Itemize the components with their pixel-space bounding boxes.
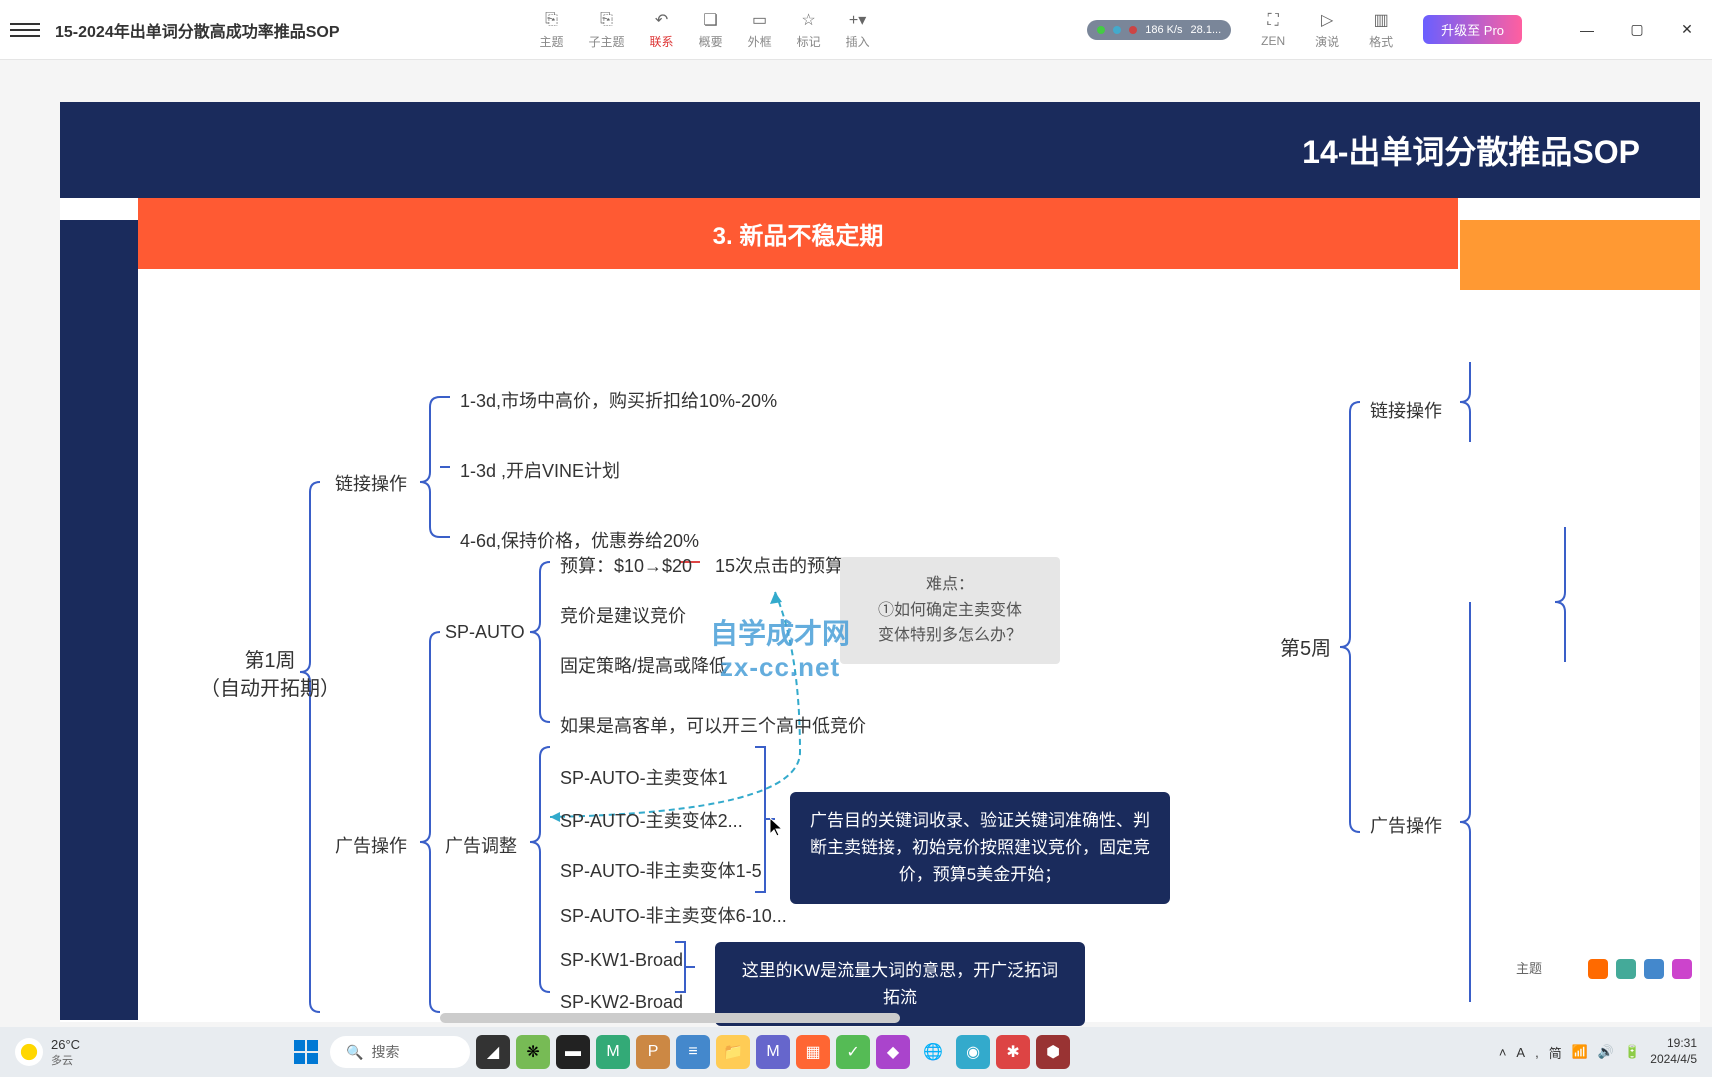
watermark: 自学成才网 zx-cc.net (710, 612, 850, 683)
ad-ops-right-node[interactable]: 广告操作 (1370, 812, 1442, 838)
ime-punct[interactable]: , (1535, 1045, 1539, 1060)
taskbar-app-14[interactable]: ✱ (996, 1035, 1030, 1069)
summary-icon: ❏ (701, 10, 721, 30)
minimize-button[interactable]: — (1572, 15, 1602, 45)
slide: 14-出单词分散推品SOP 3. 新品不稳定期 (60, 102, 1700, 1022)
taskbar-app-3[interactable]: ▬ (556, 1035, 590, 1069)
marker-button[interactable]: ☆标记 (797, 10, 821, 50)
volume-icon[interactable]: 🔊 (1598, 1044, 1614, 1060)
week5-node[interactable]: 第5周 (1280, 632, 1331, 661)
bid-node[interactable]: 竞价是建议竞价 (560, 602, 686, 628)
upgrade-button[interactable]: 升级至 Pro (1423, 15, 1522, 44)
taskbar-app-6[interactable]: ≡ (676, 1035, 710, 1069)
budget-node[interactable]: 预算：$10→$20 (560, 552, 692, 578)
close-button[interactable]: ✕ (1672, 15, 1702, 45)
taskbar-app-9[interactable]: ▦ (796, 1035, 830, 1069)
side-banner-right (1460, 220, 1700, 290)
ime-letter[interactable]: A (1516, 1045, 1525, 1060)
insert-button[interactable]: +▾插入 (846, 10, 870, 50)
taskbar-search[interactable]: 🔍搜索 (330, 1036, 470, 1068)
document-title: 15-2024年出单词分散高成功率推品SOP (55, 18, 340, 42)
windows-taskbar: 26°C 多云 🔍搜索 ◢ ❋ ▬ M P ≡ 📁 M ▦ ✓ ◆ 🌐 ◉ ✱ … (0, 1027, 1712, 1077)
budget-note-node[interactable]: 15次点击的预算 (715, 552, 843, 578)
boundary-button[interactable]: ▭外框 (748, 10, 772, 50)
play-icon: ▷ (1317, 10, 1337, 30)
weather-widget[interactable]: 26°C 多云 (15, 1037, 80, 1068)
maximize-button[interactable]: ▢ (1622, 15, 1652, 45)
taskbar-app-10[interactable]: ✓ (836, 1035, 870, 1069)
side-banner-left (60, 220, 138, 1020)
summary-button[interactable]: ❏概要 (699, 10, 723, 50)
tray-icon-3[interactable] (1672, 959, 1692, 979)
taskbar-app-11[interactable]: ◆ (876, 1035, 910, 1069)
expand-icon: ⛶ (1263, 11, 1283, 31)
slide-title: 14-出单词分散推品SOP (60, 102, 1700, 198)
taskbar-app-4[interactable]: M (596, 1035, 630, 1069)
horizontal-scrollbar[interactable] (440, 1013, 900, 1023)
relation-icon: ↶ (652, 10, 672, 30)
link-ops-item-2[interactable]: 1-3d ,开启VINE计划 (460, 457, 620, 483)
kw-2[interactable]: SP-KW2-Broad (560, 992, 683, 1013)
ad-adjust-node[interactable]: 广告调整 (445, 832, 517, 858)
weather-icon (15, 1038, 43, 1066)
section-banner: 3. 新品不稳定期 (138, 198, 1458, 269)
titlebar: 15-2024年出单词分散高成功率推品SOP ⎘主题 ⎘子主题 ↶联系 ❏概要 … (0, 0, 1712, 60)
ime-mode[interactable]: 简 (1549, 1043, 1562, 1062)
mindmap-canvas[interactable]: 14-出单词分散推品SOP 3. 新品不稳定期 (0, 60, 1712, 1027)
taskbar-app-13[interactable]: ◉ (956, 1035, 990, 1069)
system-stats: 186 K/s28.1... (1087, 20, 1231, 40)
search-icon: 🔍 (346, 1044, 363, 1061)
subtheme-icon: ⎘ (597, 10, 617, 30)
file-explorer-icon[interactable]: 📁 (716, 1035, 750, 1069)
variant-2[interactable]: SP-AUTO-主卖变体2... (560, 807, 743, 833)
callout-ad-purpose[interactable]: 广告目的关键词收录、验证关键词准确性、判断主卖链接，初始竞价按照建议竞价，固定竞… (790, 792, 1170, 904)
start-button[interactable] (288, 1034, 324, 1070)
variant-4[interactable]: SP-AUTO-非主卖变体6-10... (560, 902, 787, 928)
editor-tray (1588, 959, 1692, 979)
chrome-icon[interactable]: 🌐 (916, 1035, 950, 1069)
tray-icon-1[interactable] (1616, 959, 1636, 979)
ime-s-icon[interactable] (1588, 959, 1608, 979)
week1-node[interactable]: 第1周 （自动开拓期） (200, 647, 340, 703)
sp-auto-node[interactable]: SP-AUTO (445, 622, 525, 643)
topic-hint: 主题 (1516, 958, 1542, 977)
taskbar-app-1[interactable]: ◢ (476, 1035, 510, 1069)
format-button[interactable]: ▥格式 (1369, 10, 1393, 50)
taskbar-app-5[interactable]: P (636, 1035, 670, 1069)
taskbar-app-2[interactable]: ❋ (516, 1035, 550, 1069)
layout-icon: ▥ (1371, 10, 1391, 30)
zen-button[interactable]: ⛶ZEN (1261, 11, 1285, 48)
link-ops-node[interactable]: 链接操作 (335, 470, 407, 496)
tray-icon-2[interactable] (1644, 959, 1664, 979)
link-ops-item-3[interactable]: 4-6d,保持价格，优惠券给20% (460, 527, 699, 553)
plus-icon: +▾ (848, 10, 868, 30)
high-order-node[interactable]: 如果是高客单，可以开三个高中低竞价 (560, 712, 866, 738)
ad-ops-node[interactable]: 广告操作 (335, 832, 407, 858)
battery-icon[interactable]: 🔋 (1624, 1044, 1640, 1060)
star-icon: ☆ (799, 10, 819, 30)
link-ops-item-1[interactable]: 1-3d,市场中高价，购买折扣给10%-20% (460, 387, 777, 413)
theme-button[interactable]: ⎘主题 (540, 10, 564, 50)
taskbar-app-8[interactable]: M (756, 1035, 790, 1069)
mindmap-content: 第1周 （自动开拓期） 链接操作 1-3d,市场中高价，购买折扣给10%-20%… (160, 302, 1680, 1022)
wifi-icon[interactable]: 📶 (1572, 1044, 1588, 1060)
kw-1[interactable]: SP-KW1-Broad (560, 950, 683, 971)
boundary-icon: ▭ (750, 10, 770, 30)
clock[interactable]: 19:31 2024/4/5 (1650, 1036, 1697, 1067)
subtheme-button[interactable]: ⎘子主题 (589, 10, 625, 50)
theme-icon: ⎘ (542, 10, 562, 30)
tray-chevron-icon[interactable]: ˄ (1499, 1045, 1507, 1060)
relation-button[interactable]: ↶联系 (650, 10, 674, 50)
callout-difficulty[interactable]: 难点： ①如何确定主卖变体 变体特别多怎么办？ (840, 557, 1060, 664)
link-ops-right-node[interactable]: 链接操作 (1370, 397, 1442, 423)
variant-3[interactable]: SP-AUTO-非主卖变体1-5 (560, 857, 762, 883)
variant-1[interactable]: SP-AUTO-主卖变体1 (560, 764, 728, 790)
taskbar-app-15[interactable]: ⬢ (1036, 1035, 1070, 1069)
strategy-node[interactable]: 固定策略/提高或降低 (560, 652, 727, 678)
present-button[interactable]: ▷演说 (1315, 10, 1339, 50)
hamburger-menu-icon[interactable] (10, 15, 40, 45)
